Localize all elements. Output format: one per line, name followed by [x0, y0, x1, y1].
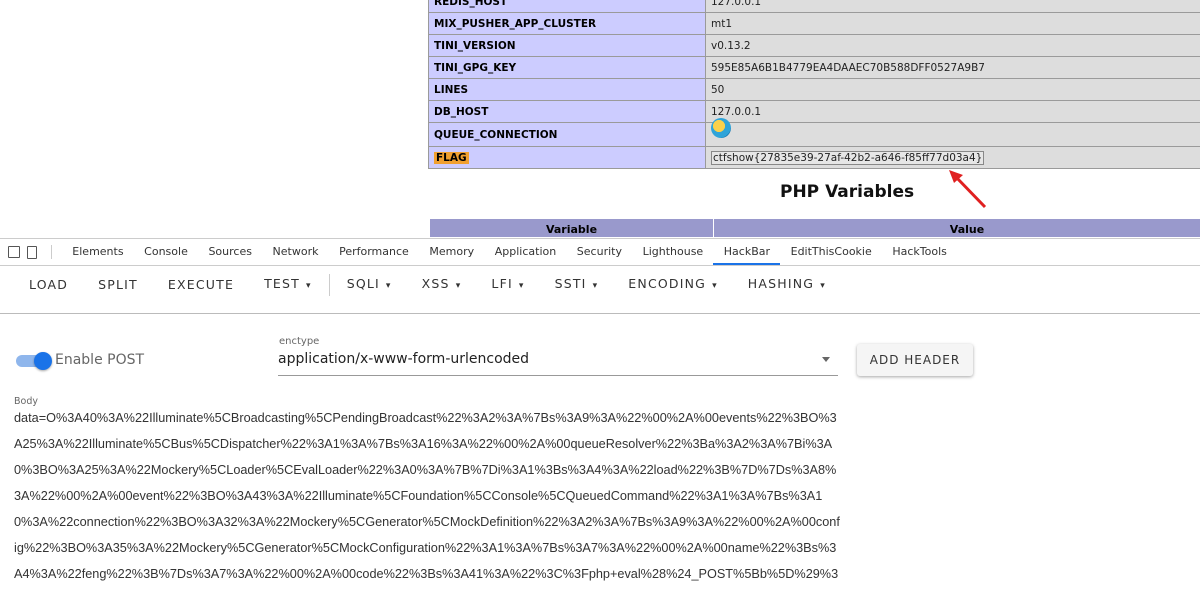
caret-down-icon: ▾ — [385, 281, 392, 291]
divider — [328, 274, 330, 296]
table-row: TINI_GPG_KEY 595E85A6B1B4779EA4DAAEC70B5… — [428, 56, 1200, 79]
caret-down-icon: ▾ — [820, 281, 826, 291]
caret-down-icon: ▾ — [518, 281, 525, 291]
section-title: PHP Variables — [780, 182, 915, 202]
caret-down-icon: ▾ — [455, 281, 462, 291]
table-row: MIX_PUSHER_APP_CLUSTER mt1 — [428, 12, 1200, 35]
phpinfo-page: REDIS_HOST 127.0.0.1 MIX_PUSHER_APP_CLUS… — [0, 0, 1200, 237]
execute-button[interactable]: EXECUTE — [153, 265, 249, 305]
tab-sources[interactable]: Sources — [198, 239, 262, 265]
enctype-value: application/x-www-form-urlencoded — [278, 351, 530, 367]
table-row: FLAG ctfshow{27835e39-27af-42b2-a646-f85… — [428, 146, 1200, 169]
tab-performance[interactable]: Performance — [329, 239, 419, 265]
tab-network[interactable]: Network — [262, 239, 329, 265]
table-row: REDIS_HOST 127.0.0.1 — [428, 0, 1200, 13]
env-key: FLAG — [428, 146, 706, 169]
tab-application[interactable]: Application — [484, 239, 566, 265]
tab-security[interactable]: Security — [567, 239, 633, 265]
table-row: DB_HOST 127.0.0.1 — [428, 100, 1200, 123]
toggle-knob — [34, 352, 52, 370]
ssti-menu[interactable]: SSTI ▾ — [540, 264, 614, 306]
env-value: mt1 — [705, 12, 1200, 35]
add-header-button[interactable]: ADD HEADER — [857, 344, 973, 376]
device-toolbar-icon[interactable] — [27, 245, 37, 259]
test-menu[interactable]: TEST ▾ — [249, 264, 327, 306]
tab-hacktools[interactable]: HackTools — [882, 239, 957, 265]
split-button[interactable]: SPLIT — [83, 265, 153, 305]
env-value: 127.0.0.1 — [705, 100, 1200, 123]
sqli-menu[interactable]: SQLI ▾ — [332, 264, 407, 306]
body-textarea[interactable]: data=O%3A40%3A%22Illuminate%5CBroadcasti… — [14, 405, 840, 591]
encoding-menu[interactable]: ENCODING ▾ — [613, 264, 732, 306]
emoji-sticker-icon — [711, 118, 731, 138]
devtools-tab-bar: Elements Console Sources Network Perform… — [0, 238, 1200, 266]
env-key: MIX_PUSHER_APP_CLUSTER — [428, 12, 706, 35]
hackbar-toolbar: LOAD SPLIT EXECUTE TEST ▾ SQLI ▾ XSS ▾ LFI ▾… — [0, 265, 1200, 305]
column-header-variable: Variable — [430, 219, 714, 237]
env-key: REDIS_HOST — [428, 0, 706, 13]
env-value: 50 — [705, 78, 1200, 101]
caret-down-icon: ▾ — [592, 281, 599, 291]
environment-table: REDIS_HOST 127.0.0.1 MIX_PUSHER_APP_CLUS… — [428, 0, 1200, 169]
hashing-menu[interactable]: HASHING ▾ — [733, 264, 841, 306]
env-key: TINI_GPG_KEY — [428, 56, 706, 79]
menu-label: LFI — [491, 276, 513, 291]
table-row: LINES 50 — [428, 78, 1200, 101]
flag-value-selection: ctfshow{27835e39-27af-42b2-a646-f85ff77d… — [711, 150, 985, 165]
caret-down-icon: ▾ — [305, 281, 312, 291]
env-key: QUEUE_CONNECTION — [428, 122, 706, 147]
caret-down-icon: ▾ — [712, 281, 718, 291]
enable-post-toggle[interactable] — [16, 352, 52, 370]
table-row: TINI_VERSION v0.13.2 — [428, 34, 1200, 57]
tab-hackbar[interactable]: HackBar — [713, 239, 781, 265]
env-value: ctfshow{27835e39-27af-42b2-a646-f85ff77d… — [705, 146, 1200, 169]
menu-label: TEST — [264, 276, 300, 291]
tab-memory[interactable]: Memory — [419, 239, 484, 265]
menu-label: SQLI — [346, 276, 380, 291]
flag-key-highlight: FLAG — [434, 151, 469, 164]
php-variables-table-header: Variable Value — [430, 219, 1200, 237]
enable-post-label: Enable POST — [55, 352, 145, 368]
tab-elements[interactable]: Elements — [62, 239, 134, 265]
env-value — [705, 118, 1200, 147]
red-arrow-icon — [949, 170, 987, 209]
enctype-caption: enctype — [279, 336, 320, 347]
dropdown-arrow-icon — [822, 357, 830, 362]
table-row: QUEUE_CONNECTION — [428, 118, 1200, 147]
env-value: 127.0.0.1 — [705, 0, 1200, 13]
menu-label: HASHING — [747, 276, 815, 291]
tab-lighthouse[interactable]: Lighthouse — [632, 239, 713, 265]
xss-menu[interactable]: XSS ▾ — [407, 264, 477, 306]
env-key: TINI_VERSION — [428, 34, 706, 57]
env-value: v0.13.2 — [705, 34, 1200, 57]
menu-label: XSS — [421, 276, 450, 291]
env-value: 595E85A6B1B4779EA4DAAEC70B588DFF0527A9B7 — [705, 56, 1200, 79]
lfi-menu[interactable]: LFI ▾ — [476, 264, 539, 306]
tab-editthiscookie[interactable]: EditThisCookie — [780, 239, 882, 265]
tab-console[interactable]: Console — [134, 239, 198, 265]
env-key: DB_HOST — [428, 100, 706, 123]
env-key: LINES — [428, 78, 706, 101]
inspect-element-icon[interactable] — [8, 246, 20, 258]
divider — [0, 313, 1200, 314]
enctype-select[interactable]: application/x-www-form-urlencoded — [278, 349, 838, 376]
divider — [51, 245, 52, 259]
load-button[interactable]: LOAD — [0, 265, 83, 305]
menu-label: SSTI — [554, 276, 587, 291]
menu-label: ENCODING — [628, 276, 707, 291]
column-header-value: Value — [949, 223, 985, 236]
